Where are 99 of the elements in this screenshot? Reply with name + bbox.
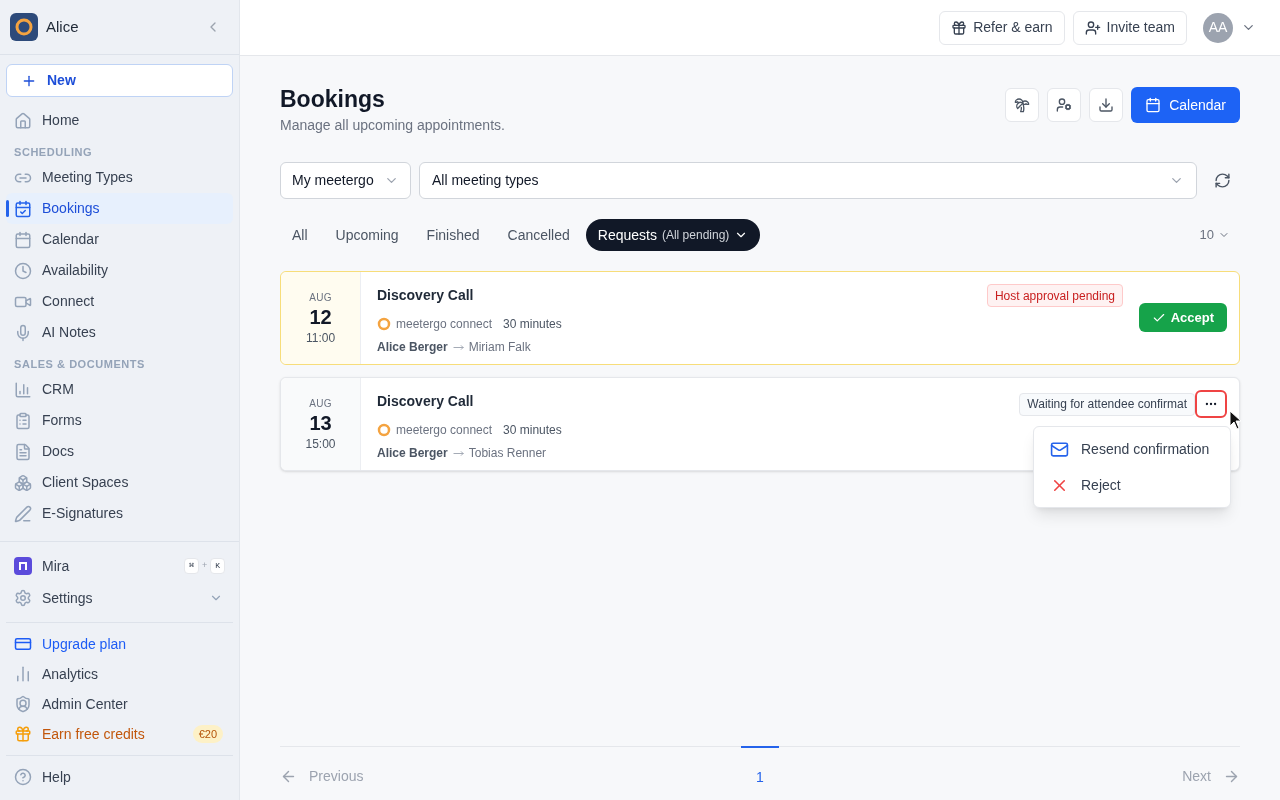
time-label: 11:00 [305, 329, 336, 347]
location-label: meetergo connect [396, 316, 493, 333]
time-label: 15:00 [305, 435, 336, 453]
duration-label: 30 minutes [503, 422, 562, 439]
month-label: AUG [309, 290, 332, 305]
calendar-button[interactable]: Calendar [1131, 87, 1240, 123]
status-badge: Host approval pending [986, 284, 1123, 307]
nav-item[interactable]: Analytics [6, 659, 233, 689]
refresh-icon[interactable] [1214, 172, 1231, 189]
nav-item[interactable]: Forms [6, 405, 233, 436]
bars-icon [14, 380, 32, 399]
nav-item[interactable]: Docs [6, 436, 233, 467]
credit-badge: €20 [192, 724, 223, 744]
page-title: Bookings [280, 86, 386, 112]
cubes-icon [14, 473, 32, 492]
new-button[interactable]: New [6, 64, 233, 97]
logo-icon [377, 423, 391, 437]
workspace-name: Alice [46, 16, 80, 37]
nav-item[interactable]: Meeting Types [6, 162, 233, 193]
nav-label: Earn free credits [42, 724, 146, 744]
menu-item[interactable]: Resend confirmation [1034, 431, 1230, 467]
calendar-icon [1145, 97, 1162, 113]
nav-item[interactable]: Home [6, 105, 233, 136]
assistant-icon [14, 557, 32, 575]
bar-chart-icon [14, 665, 32, 683]
booking-title: Discovery Call [377, 392, 475, 411]
menu-item[interactable]: Reject [1034, 467, 1230, 503]
page-size-select[interactable]: 10 [1199, 225, 1230, 245]
toolbar-button[interactable] [1005, 88, 1040, 122]
attendee-name: Miriam Falk [468, 339, 531, 356]
header-button[interactable]: Invite team [1072, 10, 1187, 45]
gift-icon [14, 725, 32, 743]
owner-select[interactable]: My meetergo [280, 162, 411, 199]
logo-icon [10, 13, 38, 41]
nav-item[interactable]: Client Spaces [6, 467, 233, 498]
nav-item[interactable]: E-Signatures [6, 498, 233, 529]
attendee-name: Tobias Renner [468, 445, 547, 462]
filter-tab[interactable]: Cancelled [495, 219, 582, 251]
day-number: 12 [309, 304, 332, 329]
nav-label: Analytics [42, 664, 100, 684]
location-label: meetergo connect [396, 422, 493, 439]
nav-item[interactable]: CRM [6, 374, 233, 405]
nav-item[interactable]: Availability [6, 255, 233, 286]
logo-icon [377, 317, 391, 331]
nav-item[interactable]: AI Notes [6, 317, 233, 348]
host-name: Alice Berger [377, 445, 448, 462]
header-button[interactable]: Refer & earn [939, 10, 1065, 45]
home-icon [14, 111, 32, 130]
document-icon [14, 442, 32, 461]
settings-item[interactable]: Settings [6, 580, 233, 616]
gift-icon [951, 19, 968, 36]
nav-item[interactable]: Connect [6, 286, 233, 317]
nav-item[interactable]: Admin Center [6, 689, 233, 719]
section-label: SALES & DOCUMENTS [13, 357, 146, 372]
toolbar-button[interactable] [1089, 88, 1124, 122]
shortcut-key: ⌘ [184, 558, 199, 574]
credit-card-icon [14, 635, 32, 653]
help-item[interactable]: Help [6, 762, 233, 792]
nav-label: Admin Center [42, 694, 129, 714]
calendar-icon [14, 230, 32, 249]
page-number[interactable]: 1 [741, 746, 779, 788]
status-badge: Waiting for attendee confirmat [1019, 392, 1195, 416]
arrow-right-icon [1223, 768, 1240, 785]
user-settings-icon [1056, 97, 1073, 113]
duration-label: 30 minutes [503, 316, 562, 333]
page-subtitle: Manage all upcoming appointments. [280, 116, 506, 135]
meeting-type-select[interactable]: All meeting types [419, 162, 1197, 199]
plus-sign: + [201, 559, 208, 573]
settings-icon [14, 589, 32, 607]
more-button[interactable] [1195, 390, 1227, 418]
host-name: Alice Berger [377, 339, 448, 356]
filter-tab[interactable]: All [280, 219, 320, 251]
calendar-icon [14, 199, 32, 218]
nav-label: Upgrade plan [42, 634, 128, 654]
assistant-item[interactable]: Mira ⌘ + K [6, 552, 233, 580]
mail-icon [1050, 439, 1069, 459]
help-icon [14, 768, 32, 786]
active-indicator [6, 200, 9, 217]
clock-icon [14, 261, 32, 280]
microphone-icon [14, 323, 32, 342]
section-label: SCHEDULING [13, 145, 94, 160]
filter-tab[interactable]: Finished [414, 219, 492, 251]
booking-title: Discovery Call [377, 286, 475, 305]
shortcut-key: K [210, 558, 225, 574]
toolbar-button[interactable] [1047, 88, 1082, 122]
nav-item[interactable]: Bookings [6, 193, 233, 224]
filter-tab[interactable]: Requests (All pending) [585, 219, 761, 251]
shield-user-icon [14, 695, 32, 713]
day-number: 13 [309, 410, 332, 435]
clipboard-icon [14, 411, 32, 430]
download-icon [1098, 97, 1115, 113]
nav-item[interactable]: Calendar [6, 224, 233, 255]
pen-icon [14, 504, 32, 523]
palm-tree-icon [1014, 97, 1031, 113]
nav-item[interactable]: Upgrade plan [6, 629, 233, 659]
month-label: AUG [309, 396, 332, 411]
nav-item[interactable]: Earn free credits €20 [6, 719, 233, 749]
filter-tab[interactable]: Upcoming [323, 219, 411, 251]
user-plus-icon [1084, 19, 1101, 36]
